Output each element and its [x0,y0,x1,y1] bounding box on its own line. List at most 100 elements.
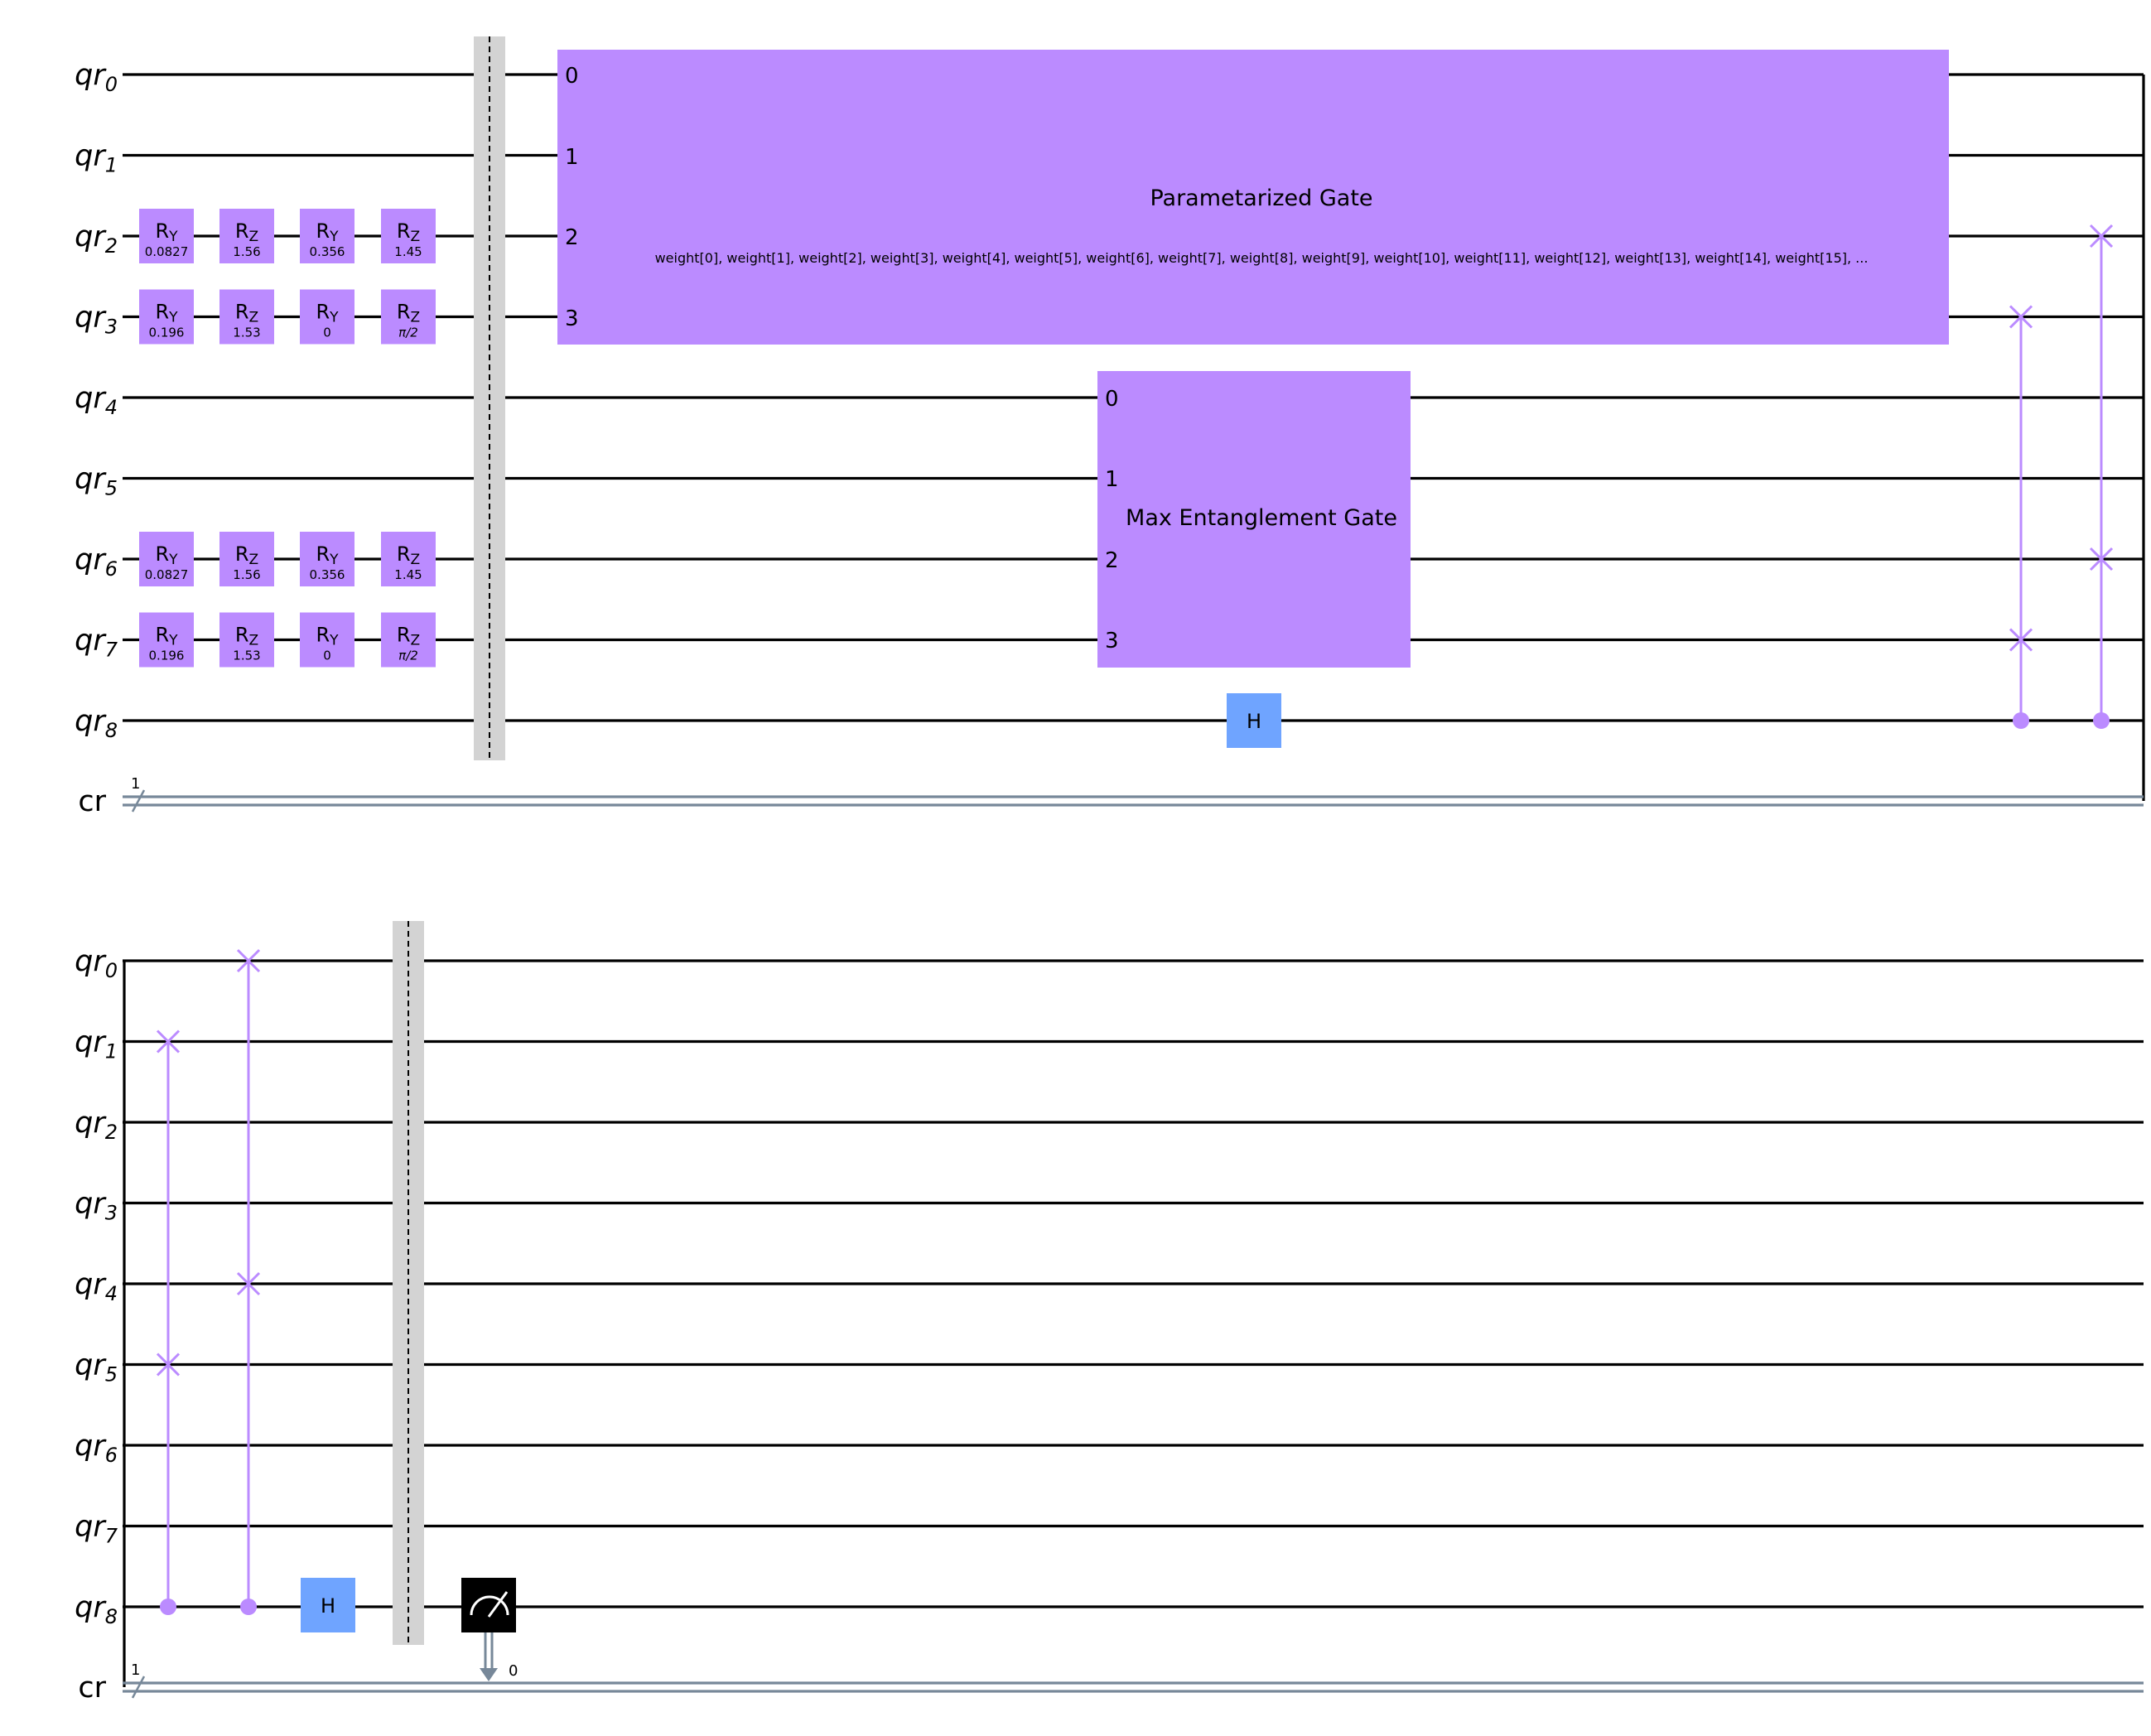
rotation-gate-RY: RY0.196 [139,612,194,668]
qubit-label-5: qr5 [75,1349,118,1386]
rotation-gate-param: π/2 [398,649,418,663]
qubit-label-sub: 3 [105,316,118,339]
hadamard-label-bottom: H [321,1594,335,1618]
qubit-label-base: qr [75,301,107,335]
rotation-gate-param: 1.45 [394,244,422,259]
register-labels-top: qr0qr1qr2qr3qr4qr5qr6qr7qr8cr [75,59,118,818]
hadamard-label-top: H [1247,710,1261,733]
rotation-gate-param: 1.56 [233,244,260,259]
ent-gate-port-3: 3 [1105,629,1119,653]
qubit-label-6: qr6 [75,543,118,581]
rotation-gate-param: 0.196 [149,649,185,663]
qubit-label-base: qr [75,1430,107,1463]
qubit-label-base: qr [75,59,107,92]
param-gate-port-2: 2 [565,225,579,250]
qubit-label-base: qr [75,382,107,415]
qubit-label-sub: 6 [105,1444,118,1467]
qubit-label-2: qr2 [75,1107,118,1144]
qubit-label-base: qr [75,140,107,173]
rotation-gate-param: 0 [323,326,331,340]
qubit-label-0: qr0 [75,945,118,982]
qubit-label-sub: 4 [105,396,118,419]
ent-gate-port-2: 2 [1105,548,1119,573]
qubit-label-3: qr3 [75,301,118,339]
barrier-top [474,36,505,760]
classical-register-top: 1 [123,775,2144,813]
qubit-label-sub: 1 [105,1040,118,1063]
rotation-gate-RZ: RZ1.53 [219,612,274,668]
control-dot-icon [160,1599,176,1615]
rotation-gate-RY: RY0 [300,612,354,668]
qubit-label-base: qr [75,1268,107,1301]
qubit-label-sub: 5 [105,477,118,500]
rotation-gate-RZ: RZ1.56 [219,209,274,263]
qubit-label-2: qr2 [75,220,118,258]
controlled-swap-0 [2009,305,2033,729]
qubit-label-8: qr8 [75,1591,118,1628]
rotation-gate-RY: RY0.196 [139,289,194,345]
ent-gate-port-1: 1 [1105,467,1119,492]
qubit-label-7: qr7 [75,624,118,662]
qubit-label-sub: 6 [105,557,118,581]
qubit-label-1: qr1 [75,1026,118,1063]
rotation-gate-RZ: RZπ/2 [381,612,436,668]
qubit-label-6: qr6 [75,1430,118,1467]
qubit-label-sub: 1 [105,154,118,177]
classical-register-label: cr [78,1671,106,1705]
rotation-gate-RY: RY0.0827 [139,209,194,263]
rotation-gate-param: 0.196 [149,326,185,340]
qubit-label-base: qr [75,463,107,496]
qubit-label-sub: 0 [105,73,118,96]
qubit-label-8: qr8 [75,705,118,742]
qubit-label-sub: 8 [105,719,118,742]
rotation-gate-RY: RY0.356 [300,209,354,263]
qubit-label-base: qr [75,705,107,738]
qubit-label-base: qr [75,220,107,253]
measure-bit-index: 0 [509,1662,518,1680]
hadamard-gate-top: H [1227,693,1281,748]
rotation-gate-param: 1.45 [394,567,422,582]
control-dot-icon [2013,712,2029,729]
qubit-label-5: qr5 [75,463,118,500]
qubit-label-base: qr [75,945,107,978]
rotation-gate-RY: RY0 [300,289,354,345]
classical-bit-count-bottom: 1 [131,1661,140,1679]
qubit-label-base: qr [75,1591,107,1624]
quantum-circuit-diagram: qr0qr1qr2qr3qr4qr5qr6qr7qr8cr 1 RY0.0827… [75,36,2145,1705]
qubit-label-sub: 8 [105,1605,118,1628]
measurement-gate: 0 [461,1578,518,1681]
measure-box [461,1578,516,1632]
qubit-label-base: qr [75,1026,107,1059]
qubit-label-sub: 2 [105,234,118,258]
control-dot-icon [240,1599,257,1615]
rotation-gate-param: 0.356 [310,567,345,582]
hadamard-gate-bottom: H [301,1578,355,1632]
qubit-label-base: qr [75,1349,107,1382]
bus-slash-bottom [131,1676,146,1699]
qubit-label-7: qr7 [75,1511,118,1548]
param-gate-port-1: 1 [565,145,579,170]
rotation-gate-RY: RY0.0827 [139,532,194,586]
qubit-label-0: qr0 [75,59,118,96]
classical-register-label: cr [78,785,106,818]
rotation-gate-param: 0.0827 [145,244,189,259]
rotation-gate-param: 1.56 [233,567,260,582]
qubit-label-4: qr4 [75,1268,118,1305]
qubit-label-sub: 7 [105,1525,118,1548]
bus-slash-top [131,789,146,813]
qubit-label-sub: 2 [105,1121,118,1144]
qubit-label-base: qr [75,624,107,658]
qubit-label-base: qr [75,1511,107,1544]
circuit-section-top: qr0qr1qr2qr3qr4qr5qr6qr7qr8cr 1 RY0.0827… [75,36,2145,818]
rotation-gate-param: 1.53 [233,326,260,340]
rotation-gate-RZ: RZπ/2 [381,289,436,345]
rotation-gate-RZ: RZ1.45 [381,532,436,586]
register-labels-bottom: qr0qr1qr2qr3qr4qr5qr6qr7qr8cr [75,945,118,1705]
qubit-label-base: qr [75,1188,107,1221]
param-gate-name: Parametarized Gate [1150,186,1372,211]
measure-arrow-icon [480,1668,498,1681]
ent-gate-port-0: 0 [1105,387,1119,412]
rotation-gate-param: 0.0827 [145,567,189,582]
qubit-wires-bottom [123,959,2144,1608]
param-gate-port-0: 0 [565,64,579,89]
